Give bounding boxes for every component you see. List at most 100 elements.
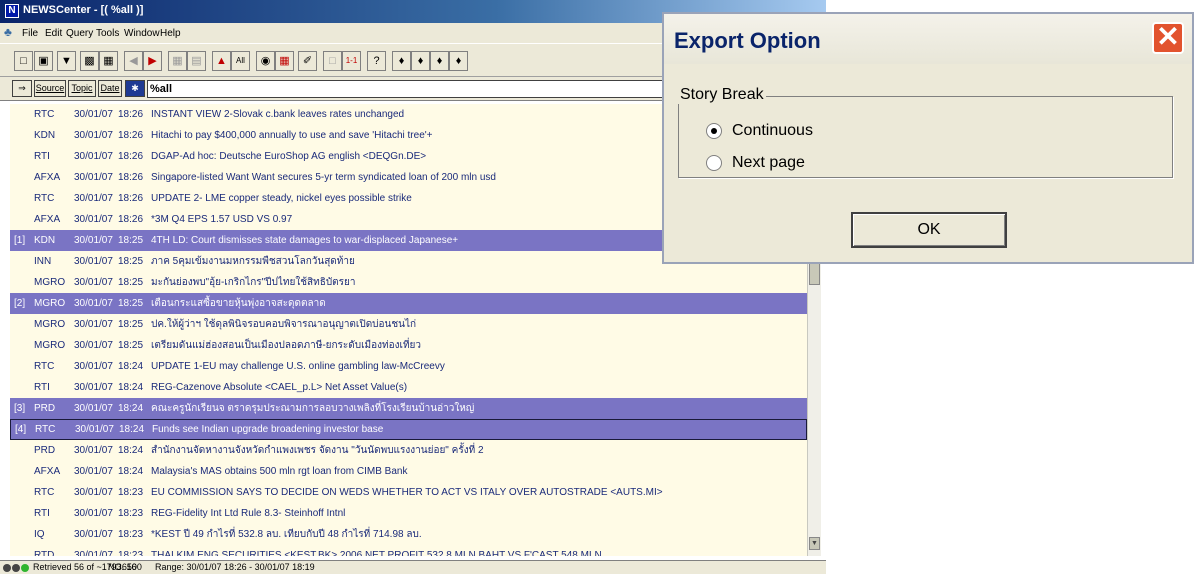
news-icon[interactable]: ▦ (275, 51, 294, 71)
export-option-dialog: Export Option ✕ Story Break Continuous N… (662, 12, 1194, 264)
print-icon[interactable]: ▦ (99, 51, 118, 71)
news-row[interactable]: RTI 30/01/07 18:24 REG-Cazenove Absolute <C… (10, 377, 807, 398)
news-source: RTI (34, 151, 50, 162)
menu-app-icon[interactable]: ♣ (4, 26, 18, 39)
news-headline: EU COMMISSION SAYS TO DECIDE ON WEDS WHE… (151, 487, 663, 498)
news-row[interactable]: MGRO 30/01/07 18:25 เตรียมดันแม่ฮ่องสอนเป็น… (10, 335, 807, 356)
news-row[interactable]: RTD 30/01/07 18:23 THAI KIM ENG SECURITIES … (10, 545, 807, 556)
status-lights-icon (3, 563, 31, 573)
news-row[interactable]: [4] RTC 30/01/07 18:24 Funds see Indian upgr… (10, 419, 807, 440)
news-date: 30/01/07 (74, 277, 113, 288)
help-icon[interactable]: ? (367, 51, 386, 71)
news-row[interactable]: [2] MGRO 30/01/07 18:25 เตือนกระแสซื้อขายหุ้… (10, 293, 807, 314)
news-row[interactable]: RTC 30/01/07 18:24 UPDATE 1-EU may challeng… (10, 356, 807, 377)
news-source: MGRO (34, 298, 66, 309)
brush-icon[interactable]: ✐ (298, 51, 317, 71)
menu-query[interactable]: Query (66, 28, 93, 39)
news-source: MGRO (34, 340, 66, 351)
flag-icon[interactable]: ✱ (125, 80, 145, 97)
news-row[interactable]: IQ 30/01/07 18:23 *KEST ปี 49 กำไรที่ 532.8… (10, 524, 807, 545)
news-source: KDN (34, 235, 56, 246)
scroll-down-icon[interactable]: ▼ (809, 537, 820, 550)
news-row[interactable]: RTC 30/01/07 18:23 EU COMMISSION SAYS TO DE… (10, 482, 807, 503)
news-headline: REG-Cazenove Absolute <CAEL_p.L> Net Ass… (151, 382, 408, 393)
news-headline: Funds see Indian upgrade broadening inve… (152, 424, 384, 435)
news-date: 30/01/07 (74, 445, 113, 456)
prev-icon[interactable]: ◀ (124, 51, 143, 71)
window-title: NEWSCenter - [( %all )] (23, 4, 144, 16)
news-time: 18:24 (119, 424, 145, 435)
news-time: 18:24 (118, 382, 144, 393)
status-bar: Retrieved 56 of ~17936500 NO. 16 Range: … (0, 560, 826, 574)
news-headline: สำนักงานจัดหางานจังหวัดกำแพงเพชร จัดงาน … (151, 445, 484, 456)
menu-file[interactable]: File (22, 28, 38, 39)
menu-help[interactable]: Help (160, 28, 181, 39)
copy-icon[interactable]: ▩ (80, 51, 99, 71)
news-time: 18:26 (118, 130, 144, 141)
alert-icon-4[interactable]: ♦ (449, 51, 468, 71)
close-icon[interactable]: ✕ (1152, 22, 1184, 54)
alert-icon-3[interactable]: ♦ (430, 51, 449, 71)
news-tag: [3] (14, 403, 26, 414)
arrow-icon[interactable]: ⇒ (12, 80, 32, 97)
news-date: 30/01/07 (74, 193, 113, 204)
news-row[interactable]: AFXA 30/01/07 18:24 Malaysia's MAS obtains … (10, 461, 807, 482)
source-button[interactable]: Source (34, 80, 66, 97)
news-headline: ภาค 5คุมเข้มงานมหกรรมพืชสวนโลกวันสุดท้าย (151, 256, 355, 267)
news-row[interactable]: PRD 30/01/07 18:24 สำนักงานจัดหางานจังหวัดก… (10, 440, 807, 461)
news-date: 30/01/07 (74, 382, 113, 393)
news-source: RTC (34, 361, 55, 372)
news-date: 30/01/07 (74, 403, 113, 414)
menu-tools[interactable]: Tools (96, 28, 119, 39)
radio-next-page-label: Next page (732, 154, 805, 171)
filter-icon[interactable]: ▼ (57, 51, 76, 71)
news-row[interactable]: RTI 30/01/07 18:23 REG-Fidelity Int Ltd Rul… (10, 503, 807, 524)
radio-unselected-icon[interactable] (706, 155, 722, 171)
news-row[interactable]: [3] PRD 30/01/07 18:24 คณะครูนักเรียนจ ตราดร… (10, 398, 807, 419)
news-time: 18:24 (118, 361, 144, 372)
grid-icon[interactable]: ▦ (168, 51, 187, 71)
news-headline: UPDATE 1-EU may challenge U.S. online ga… (151, 361, 445, 372)
news-headline: เตรียมดันแม่ฮ่องสอนเป็นเมืองปลอดภาษี-ยกร… (151, 340, 422, 351)
topic-button[interactable]: Topic (68, 80, 96, 97)
news-row[interactable]: MGRO 30/01/07 18:25 มะกันย่องพบ"อุ้ย-เกริกไ… (10, 272, 807, 293)
next-icon[interactable]: ▶ (143, 51, 162, 71)
menu-edit[interactable]: Edit (45, 28, 62, 39)
news-date: 30/01/07 (74, 466, 113, 477)
news-date: 30/01/07 (74, 256, 113, 267)
alert-icon-2[interactable]: ♦ (411, 51, 430, 71)
page-icon[interactable]: □ (323, 51, 342, 71)
radio-selected-icon[interactable] (706, 123, 722, 139)
news-date: 30/01/07 (74, 235, 113, 246)
menu-window[interactable]: Window (124, 28, 160, 39)
news-date: 30/01/07 (74, 298, 113, 309)
news-time: 18:26 (118, 172, 144, 183)
date-button[interactable]: Date (98, 80, 122, 97)
news-headline: *KEST ปี 49 กำไรที่ 532.8 ลบ. เทียบกับปี… (151, 529, 422, 540)
news-date: 30/01/07 (74, 340, 113, 351)
news-time: 18:23 (118, 550, 144, 556)
save-icon[interactable]: ▣ (34, 51, 53, 71)
news-time: 18:25 (118, 340, 144, 351)
news-row[interactable]: MGRO 30/01/07 18:25 ปค.ให้ผู้ว่าฯ ใช้ดุลพิน… (10, 314, 807, 335)
news-source: RTC (34, 193, 55, 204)
news-source: PRD (34, 403, 56, 414)
ok-button[interactable]: OK (851, 212, 1007, 248)
eject-icon[interactable]: ▲ (212, 51, 231, 71)
news-time: 18:23 (118, 529, 144, 540)
all-icon[interactable]: All (231, 51, 250, 71)
news-date: 30/01/07 (74, 151, 113, 162)
news-source: RTC (34, 109, 55, 120)
new-icon[interactable]: □ (14, 51, 33, 71)
news-date: 30/01/07 (74, 319, 113, 330)
news-headline: Malaysia's MAS obtains 500 mln rgt loan … (151, 466, 408, 477)
news-source: IQ (34, 529, 45, 540)
alert-icon-1[interactable]: ♦ (392, 51, 411, 71)
table-icon[interactable]: ▤ (187, 51, 206, 71)
news-source: KDN (34, 130, 56, 141)
counter-icon[interactable]: 1-1 (342, 51, 361, 71)
news-time: 18:24 (118, 403, 144, 414)
news-date: 30/01/07 (74, 361, 113, 372)
dialog-title-bar[interactable]: Export Option ✕ (664, 14, 1192, 64)
find-icon[interactable]: ◉ (256, 51, 275, 71)
